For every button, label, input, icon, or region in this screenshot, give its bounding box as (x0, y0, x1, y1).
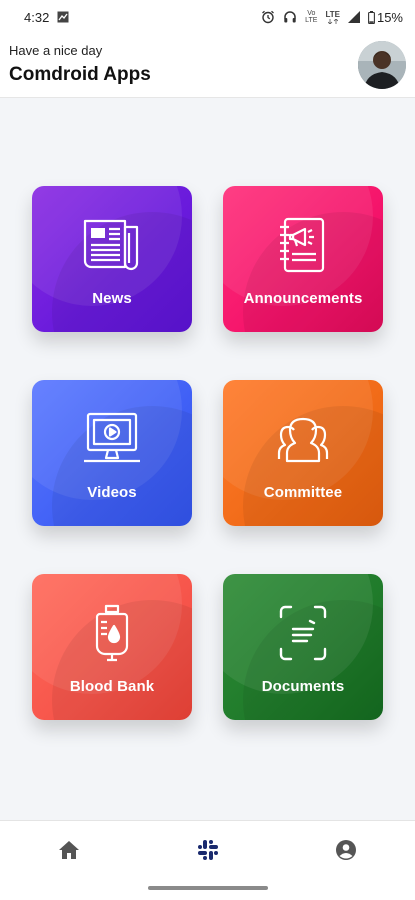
blood-bank-tile[interactable]: Blood Bank (32, 574, 192, 720)
volte-text: Vo LTE (305, 10, 318, 24)
people-group-icon (270, 406, 336, 472)
status-left: 4:32 (24, 10, 69, 25)
blood-bank-label: Blood Bank (69, 678, 155, 695)
user-avatar[interactable] (358, 41, 406, 89)
signal-icon (347, 11, 360, 23)
nav-home-button[interactable] (56, 837, 82, 863)
blood-bag-icon (79, 600, 145, 666)
volte-icon: Vo LTE (305, 10, 317, 24)
announcement-icon (270, 212, 336, 278)
slack-hash-icon (198, 840, 218, 860)
announcements-label: Announcements (243, 290, 363, 307)
documents-tile[interactable]: Documents (223, 574, 383, 720)
newspaper-icon (79, 212, 145, 278)
network-type-text: LTE (325, 9, 340, 19)
app-header: Have a nice day Comdroid Apps (0, 34, 415, 98)
alarm-icon (261, 10, 275, 24)
gallery-notification-icon (57, 11, 69, 23)
committee-label: Committee (263, 484, 343, 501)
videos-label: Videos (87, 484, 137, 501)
status-bar: 4:32 Vo LTE LTE 15% (0, 0, 415, 34)
account-circle-icon (336, 840, 356, 860)
headset-icon (283, 10, 297, 24)
nav-apps-button[interactable] (195, 837, 221, 863)
status-right: Vo LTE LTE 15% (261, 10, 403, 25)
news-label: News (92, 290, 132, 307)
home-icon (59, 841, 79, 859)
greeting-text: Have a nice day (9, 43, 103, 58)
document-scan-icon (270, 600, 336, 666)
status-time: 4:32 (24, 9, 50, 25)
lte-icon: LTE (325, 9, 340, 24)
committee-tile[interactable]: Committee (223, 380, 383, 526)
nav-profile-button[interactable] (333, 837, 359, 863)
videos-tile[interactable]: Videos (32, 380, 192, 526)
documents-label: Documents (261, 678, 345, 695)
battery-icon: 15% (368, 10, 403, 25)
news-tile[interactable]: News (32, 186, 192, 332)
announcements-tile[interactable]: Announcements (223, 186, 383, 332)
battery-percent: 15% (376, 9, 403, 25)
video-monitor-icon (79, 406, 145, 472)
gesture-navigation-bar[interactable] (148, 886, 268, 890)
app-title: Comdroid Apps (9, 64, 151, 85)
